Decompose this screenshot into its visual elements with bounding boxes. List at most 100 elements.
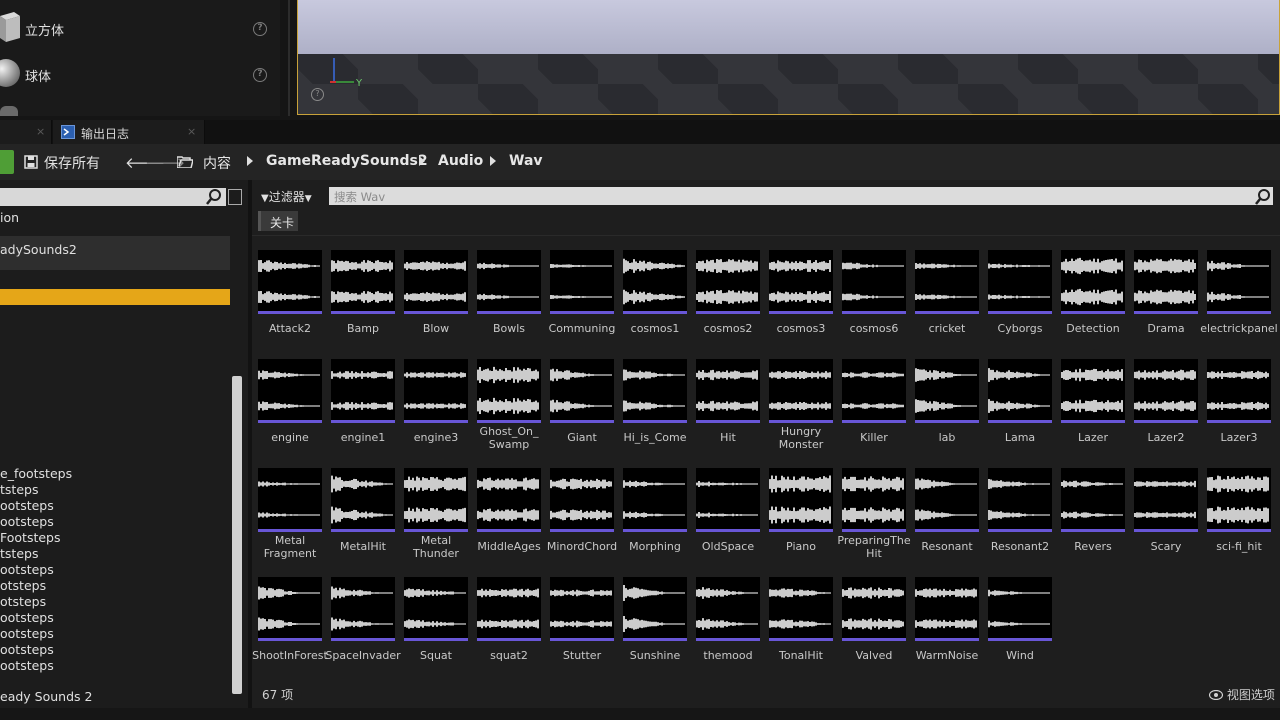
asset-tile[interactable]: Giant [550,359,620,463]
asset-tile[interactable]: MetalHit [331,468,401,572]
asset-tile[interactable]: Morphing [623,468,693,572]
asset-tile[interactable]: cosmos6 [842,250,912,354]
asset-tile[interactable]: Revers [1061,468,1131,572]
asset-tile[interactable]: Hungry Monster [769,359,839,463]
breadcrumb-wav[interactable]: Wav [509,153,543,169]
source-folder[interactable]: ootsteps [0,642,54,657]
asset-tile[interactable]: cricket [915,250,985,354]
asset-tile[interactable]: Stutter [550,577,620,681]
asset-tile[interactable]: Valved [842,577,912,681]
add-new-button[interactable] [0,150,14,174]
breadcrumb-separator-icon[interactable] [419,156,425,166]
breadcrumb-content[interactable]: 内容 [203,153,231,173]
place-item-cube[interactable]: 立方体 ? [0,4,280,50]
asset-tile[interactable]: Metal Thunder [404,468,474,572]
asset-tile[interactable]: Killer [842,359,912,463]
source-folder[interactable]: ootsteps [0,562,54,577]
source-folder[interactable]: tsteps [0,482,38,497]
waveform-icon [1061,368,1123,413]
asset-tile[interactable]: Bamp [331,250,401,354]
asset-tile[interactable]: engine3 [404,359,474,463]
asset-tile[interactable]: sci-fi_hit [1207,468,1277,572]
asset-tile[interactable]: cosmos2 [696,250,766,354]
viewport-help-icon[interactable]: ? [311,88,324,101]
asset-tile[interactable]: MinordChord [547,468,620,572]
help-icon[interactable]: ? [253,22,267,36]
asset-tile[interactable]: Metal Fragment [258,468,328,572]
source-folder-selected[interactable]: adySounds2 [0,236,230,270]
asset-tile[interactable]: cosmos3 [769,250,839,354]
asset-tile[interactable]: Ghost_On_ Swamp [477,359,547,463]
source-folder[interactable]: ootsteps [0,514,54,529]
asset-tile[interactable]: engine [258,359,328,463]
asset-tile[interactable]: Blow [404,250,474,354]
tab-output-log[interactable]: 输出日志 × [53,120,205,144]
source-folder-highlight[interactable] [0,289,230,305]
source-folder[interactable]: Footsteps [0,530,61,545]
asset-tile[interactable]: Resonant [915,468,985,572]
place-item-sphere[interactable]: 球体 ? [0,50,280,96]
asset-tile[interactable]: SpaceInvader [325,577,401,681]
asset-tile[interactable]: squat2 [477,577,547,681]
sources-scrollbar[interactable] [232,376,242,694]
asset-tile[interactable]: Detection [1061,250,1131,354]
asset-tile[interactable]: engine1 [331,359,401,463]
asset-tile[interactable]: Lazer [1061,359,1131,463]
asset-tile[interactable]: cosmos1 [623,250,693,354]
list-view-icon[interactable] [228,189,242,205]
filters-button[interactable]: ▼过滤器▼ [261,188,312,205]
breadcrumb-gamereadysounds2[interactable]: GameReadySounds2 [266,153,428,169]
search-icon[interactable] [206,189,222,205]
asset-tile[interactable]: electrickpanel [1200,250,1278,354]
close-icon[interactable]: × [36,125,45,138]
tab-content-browser[interactable]: × [0,120,52,144]
asset-tile[interactable]: TonalHit [769,577,839,681]
asset-tile[interactable]: MiddleAges [477,468,547,572]
asset-tile[interactable]: Piano [769,468,839,572]
asset-tile[interactable]: PreparingThe Hit [837,468,912,572]
source-folder[interactable]: ootsteps [0,658,54,673]
level-viewport[interactable]: Y ? [297,0,1280,115]
asset-tile[interactable]: Cyborgs [988,250,1058,354]
sources-search-input[interactable] [0,188,226,206]
asset-tile[interactable]: ShootInForest [252,577,328,681]
asset-tile[interactable]: OldSpace [696,468,766,572]
source-folder[interactable]: ootsteps [0,610,54,625]
source-folder[interactable]: ion [0,210,19,225]
asset-tile[interactable]: lab [915,359,985,463]
asset-tile[interactable]: Scary [1134,468,1204,572]
asset-search-input[interactable]: 搜索 Wav [329,187,1273,205]
asset-tile[interactable]: Hi_is_Come [623,359,693,463]
asset-tile[interactable]: WarmNoise [915,577,985,681]
source-folder[interactable]: e_footsteps [0,466,72,481]
asset-tile[interactable]: themood [696,577,766,681]
source-folder[interactable]: otsteps [0,594,46,609]
asset-tile[interactable]: Resonant2 [988,468,1058,572]
asset-tile[interactable]: Lazer3 [1207,359,1277,463]
source-folder[interactable]: ootsteps [0,498,54,513]
source-folder[interactable]: ootsteps [0,626,54,641]
asset-tile[interactable]: Lama [988,359,1058,463]
asset-tile[interactable]: Hit [696,359,766,463]
asset-tile[interactable]: Drama [1134,250,1204,354]
asset-tile[interactable]: Sunshine [623,577,693,681]
folder-icon[interactable] [177,155,193,168]
close-icon[interactable]: × [187,125,196,138]
breadcrumb-audio[interactable]: Audio [438,153,483,169]
asset-tile[interactable]: Wind [988,577,1058,681]
help-icon[interactable]: ? [253,68,267,82]
view-options-button[interactable]: 视图选项 [1208,686,1275,703]
collections-label[interactable]: eady Sounds 2 [0,689,92,704]
asset-tile[interactable]: Bowls [477,250,547,354]
source-folder[interactable]: otsteps [0,578,46,593]
asset-tile[interactable]: Attack2 [258,250,328,354]
breadcrumb-separator-icon[interactable] [490,156,496,166]
breadcrumb-separator-icon[interactable] [247,156,253,166]
asset-tile[interactable]: Communing [549,250,620,354]
source-folder[interactable]: tsteps [0,546,38,561]
panel-divider[interactable] [288,0,290,116]
asset-tile[interactable]: Lazer2 [1134,359,1204,463]
search-icon[interactable] [1255,189,1271,205]
level-filter-chip[interactable]: 关卡 [258,211,298,231]
asset-tile[interactable]: Squat [404,577,474,681]
